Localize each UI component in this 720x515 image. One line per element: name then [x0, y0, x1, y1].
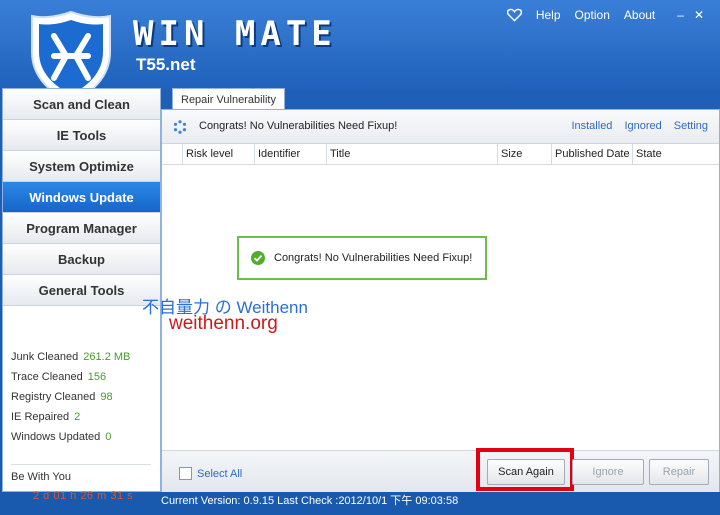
sidebar-item-windows-update[interactable]: Windows Update [3, 182, 160, 213]
stats-panel: Junk Cleaned 261.2 MB Trace Cleaned 156 Re… [11, 347, 130, 447]
uptime-panel: Be With You 2 d 01 h 26 m 31 s [11, 464, 151, 506]
sidebar-item-system-optimize[interactable]: System Optimize [3, 151, 160, 182]
header: WIN MATE T55.net Help Option About – ✕ [0, 0, 720, 104]
stat-label: Windows Updated [11, 431, 101, 443]
uptime-label: Be With You [11, 471, 71, 483]
stat-label: Registry Cleaned [11, 391, 96, 403]
status-bar: Current Version: 0.9.15 Last Check :2012… [161, 495, 459, 507]
column-published-date[interactable]: Published Date [551, 144, 633, 164]
sidebar: Scan and Clean IE Tools System Optimize … [2, 88, 161, 502]
stat-label: Junk Cleaned [11, 351, 79, 363]
main-panel: Congrats! No Vulnerabilities Need Fixup!… [142, 109, 720, 492]
stat-value: 2 [74, 411, 81, 423]
column-risk-level[interactable]: Risk level [182, 144, 254, 164]
scan-again-button[interactable]: Scan Again [487, 459, 565, 485]
stat-value: 156 [87, 371, 107, 383]
link-installed[interactable]: Installed [571, 120, 612, 132]
divider [11, 464, 151, 465]
brand-title: WIN MATE [133, 14, 337, 54]
top-menu: Help Option About – ✕ [506, 8, 704, 22]
menu-option[interactable]: Option [575, 8, 610, 22]
check-circle-icon [251, 251, 265, 265]
info-bar: Congrats! No Vulnerabilities Need Fixup!… [162, 110, 719, 144]
stat-label: IE Repaired [11, 411, 70, 423]
window-controls: – ✕ [677, 8, 704, 22]
uptime-timer: 2 d 01 h 26 m 31 s [33, 490, 134, 502]
watermark-line2: weithenn.org [169, 313, 278, 334]
stat-row: Windows Updated 0 [11, 427, 130, 447]
success-notice: Congrats! No Vulnerabilities Need Fixup! [237, 236, 487, 280]
column-title[interactable]: Title [326, 144, 500, 164]
app-window: WIN MATE T55.net Help Option About – ✕ S… [0, 0, 720, 515]
sidebar-item-program-manager[interactable]: Program Manager [3, 213, 160, 244]
repair-button[interactable]: Repair [649, 459, 709, 485]
column-state[interactable]: State [632, 144, 716, 164]
close-icon[interactable]: ✕ [694, 8, 704, 22]
stat-value: 261.2 MB [83, 351, 131, 363]
sidebar-item-backup[interactable]: Backup [3, 244, 160, 275]
spinner-icon [173, 120, 187, 134]
column-size[interactable]: Size [497, 144, 551, 164]
sidebar-item-general-tools[interactable]: General Tools [3, 275, 160, 306]
heart-icon[interactable] [506, 8, 522, 22]
info-message: Congrats! No Vulnerabilities Need Fixup! [199, 120, 398, 132]
stat-row: Trace Cleaned 156 [11, 367, 130, 387]
stat-row: IE Repaired 2 [11, 407, 130, 427]
ignore-button[interactable]: Ignore [572, 459, 644, 485]
menu-about[interactable]: About [624, 8, 655, 22]
stat-value: 0 [105, 431, 112, 443]
table-header: Risk level Identifier Title Size Publish… [162, 144, 719, 165]
info-links: Installed Ignored Setting [571, 120, 708, 132]
action-bar: Select All Scan Again Ignore Repair [162, 448, 719, 492]
stat-row: Junk Cleaned 261.2 MB [11, 347, 130, 367]
tab-repair-vulnerability[interactable]: Repair Vulnerability [172, 88, 285, 111]
stat-value: 98 [100, 391, 113, 403]
select-all[interactable]: Select All [179, 467, 242, 480]
stat-row: Registry Cleaned 98 [11, 387, 130, 407]
link-setting[interactable]: Setting [674, 120, 708, 132]
select-all-label: Select All [197, 467, 243, 480]
sidebar-item-scan-and-clean[interactable]: Scan and Clean [3, 89, 160, 120]
sidebar-item-ie-tools[interactable]: IE Tools [3, 120, 160, 151]
stat-label: Trace Cleaned [11, 371, 83, 383]
minimize-icon[interactable]: – [677, 8, 684, 22]
success-message: Congrats! No Vulnerabilities Need Fixup! [274, 252, 473, 264]
select-all-checkbox[interactable] [179, 467, 192, 480]
brand-domain: T55.net [136, 55, 196, 74]
column-identifier[interactable]: Identifier [254, 144, 326, 164]
link-ignored[interactable]: Ignored [624, 120, 661, 132]
menu-help[interactable]: Help [536, 8, 561, 22]
